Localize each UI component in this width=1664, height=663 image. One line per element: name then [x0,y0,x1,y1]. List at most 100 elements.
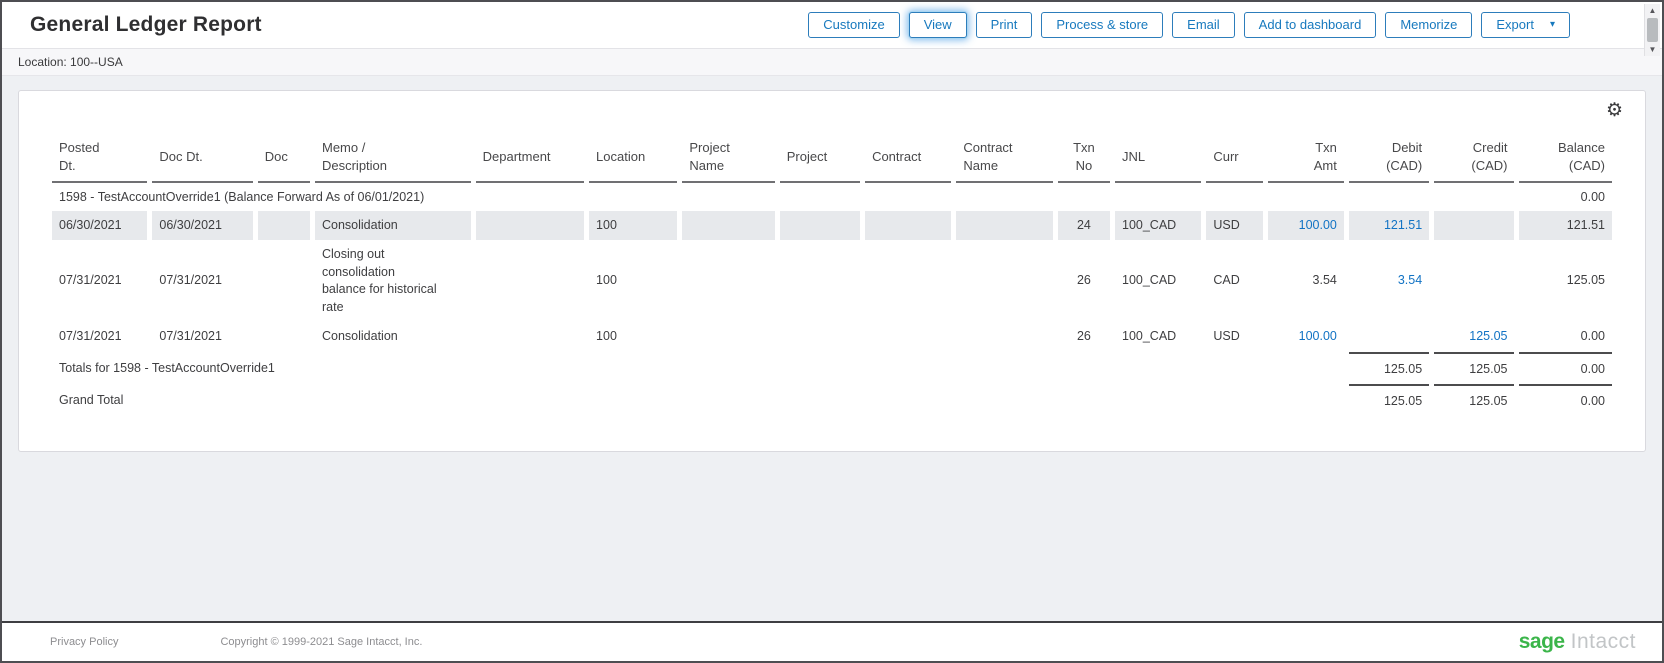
cell-balance: 0.00 [1519,322,1612,352]
scroll-down-arrow-icon[interactable]: ▼ [1645,43,1660,56]
cell-txnamt [1268,384,1344,417]
table-row[interactable]: 07/31/202107/31/2021Consolidation1002610… [52,322,1612,352]
header-buttons: Customize View Print Process & store Email Ad… [808,12,1570,39]
column-header-curr: Curr [1206,135,1262,183]
cell-balance: 125.05 [1519,240,1612,322]
total-balance: 0.00 [1519,352,1612,385]
account-group-label: 1598 - TestAccountOverride1 (Balance For… [52,183,1514,211]
button-label: View [924,18,952,33]
column-header-line: Memo / [322,139,464,157]
amount-link[interactable]: 121.51 [1384,218,1422,232]
cell-projname [682,322,774,352]
column-header-line: (CAD) [1526,157,1605,175]
column-header-line: Location [596,148,670,166]
cell-credit: 125.05 [1434,322,1514,352]
column-header-line: Contract [963,139,1045,157]
total-debit: 125.05 [1349,384,1429,417]
page-title: General Ledger Report [30,13,262,37]
cell-contract [865,322,951,352]
gear-icon[interactable]: ⚙ [1606,101,1623,120]
amount-link[interactable]: 100.00 [1299,218,1337,232]
cell-memo: Consolidation [315,322,471,352]
cell-memo: Closing outconsolidationbalance for hist… [315,240,471,322]
memorize-button[interactable]: Memorize [1385,12,1472,39]
cell-doc [258,240,310,322]
cell-dept [476,240,584,322]
cell-dept [476,211,584,241]
cell-txnamt: 100.00 [1268,211,1344,241]
view-button[interactable]: View [909,12,967,39]
cell-project [780,211,860,241]
privacy-policy-link[interactable]: Privacy Policy [50,636,118,648]
column-header-contract: Contract [865,135,951,183]
column-header-contrname: ContractName [956,135,1052,183]
cell-txnno: 24 [1058,211,1110,241]
column-header-line: No [1065,157,1103,175]
process-store-button[interactable]: Process & store [1041,12,1163,39]
report-table: PostedDt. Doc Dt. Doc Memo /Description Depa… [47,135,1617,417]
cell-contrname [956,211,1052,241]
location-bar: Location: 100--USA [2,49,1662,76]
cell-credit [1434,240,1514,322]
column-header-line: Credit [1441,139,1507,157]
cell-txnno: 26 [1058,322,1110,352]
app-window: General Ledger Report Customize View Print… [0,0,1664,663]
header-bar: General Ledger Report Customize View Print… [2,2,1662,49]
column-header-line: Contract [872,148,944,166]
report-table-head: PostedDt. Doc Dt. Doc Memo /Description Depa… [52,135,1612,183]
table-row[interactable]: 06/30/202106/30/2021Consolidation1002410… [52,211,1612,241]
cell-jnl: 100_CAD [1115,322,1201,352]
column-header-line: Dt. [59,157,140,175]
scroll-up-arrow-icon[interactable]: ▲ [1645,4,1660,17]
total-credit: 125.05 [1434,384,1514,417]
cell-docdt: 07/31/2021 [152,322,252,352]
export-button[interactable]: Export▾ [1481,12,1570,39]
scrollbar-thumb[interactable] [1647,18,1658,42]
column-header-line: Description [322,157,464,175]
email-button[interactable]: Email [1172,12,1235,39]
cell-contract [865,240,951,322]
column-header-line: Amt [1275,157,1337,175]
print-button[interactable]: Print [976,12,1033,39]
report-table-body: 1598 - TestAccountOverride1 (Balance For… [52,183,1612,417]
cell-location: 100 [589,240,677,322]
column-header-line: Project [787,148,853,166]
cell-curr: USD [1206,322,1262,352]
column-header-posted: PostedDt. [52,135,147,183]
cell-debit: 3.54 [1349,240,1429,322]
column-header-line: Doc [265,148,303,166]
cell-txnamt: 100.00 [1268,322,1344,352]
column-header-line: Balance [1526,139,1605,157]
amount-link[interactable]: 100.00 [1299,329,1337,343]
table-row[interactable]: 07/31/202107/31/2021Closing outconsolida… [52,240,1612,322]
logo-intacct-text: Intacct [1571,630,1636,654]
cell-posted: 07/31/2021 [52,322,147,352]
vertical-scrollbar[interactable]: ▲ ▼ [1644,4,1660,56]
cell-projname [682,240,774,322]
amount-link[interactable]: 3.54 [1398,273,1422,287]
column-header-line: Doc Dt. [159,148,245,166]
account-group-header-row: 1598 - TestAccountOverride1 (Balance For… [52,183,1612,211]
copyright-text: Copyright © 1999-2021 Sage Intacct, Inc. [220,636,422,648]
column-header-line: JNL [1122,148,1194,166]
cell-posted: 07/31/2021 [52,240,147,322]
button-label: Memorize [1400,18,1457,33]
cell-txnamt: 3.54 [1268,240,1344,322]
customize-button[interactable]: Customize [808,12,899,39]
total-balance: 0.00 [1519,384,1612,417]
add-to-dashboard-button[interactable]: Add to dashboard [1244,12,1377,39]
cell-balance: 121.51 [1519,211,1612,241]
column-header-line: Curr [1213,148,1255,166]
column-header-txnamt: TxnAmt [1268,135,1344,183]
amount-link[interactable]: 125.05 [1469,329,1507,343]
grand-total-row: Grand Total125.05125.050.00 [52,384,1612,417]
footer-bar: Privacy Policy Copyright © 1999-2021 Sag… [2,621,1662,661]
total-label: Grand Total [52,384,1263,417]
cell-curr: CAD [1206,240,1262,322]
report-card: ⚙ PostedDt. Doc Dt. Doc Memo /Description De… [18,90,1646,452]
column-header-line: Department [483,148,577,166]
column-header-jnl: JNL [1115,135,1201,183]
cell-credit [1434,211,1514,241]
column-header-doc: Doc [258,135,310,183]
cell-debit: 121.51 [1349,211,1429,241]
